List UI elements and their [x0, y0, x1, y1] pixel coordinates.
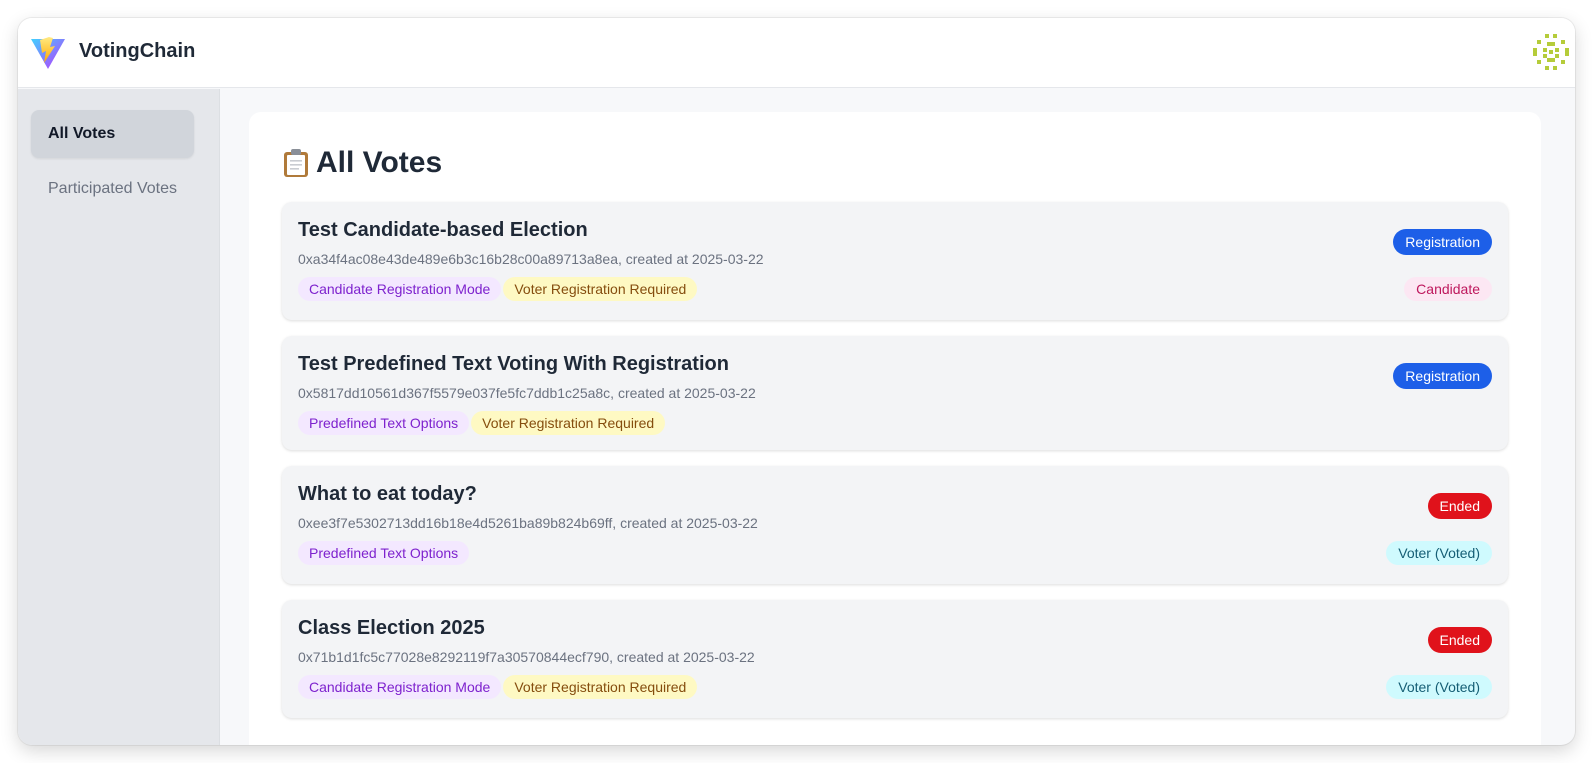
vote-address-created: 0x5817dd10561d367f5579e037fe5fc7ddb1c25a… — [298, 385, 756, 401]
user-avatar-icon[interactable] — [1531, 32, 1571, 72]
vote-title: Test Predefined Text Voting With Registr… — [298, 353, 729, 375]
app-title: VotingChain — [79, 40, 196, 62]
vote-tags: Candidate Registration Mode Voter Regist… — [298, 277, 698, 301]
tag-candidate-registration-mode: Candidate Registration Mode — [298, 675, 502, 699]
tag-voter-registration-required: Voter Registration Required — [503, 675, 698, 699]
page-header: All Votes — [282, 146, 442, 180]
sidebar-item-all-votes[interactable]: All Votes — [31, 110, 194, 158]
main-content: All Votes Test Candidate-based Election … — [249, 112, 1541, 745]
tag-voter-registration-required: Voter Registration Required — [503, 277, 698, 301]
vote-card[interactable]: Test Predefined Text Voting With Registr… — [282, 336, 1508, 450]
status-badge: Ended — [1427, 627, 1492, 653]
sidebar-item-participated-votes[interactable]: Participated Votes — [31, 165, 194, 213]
tag-predefined-text-options: Predefined Text Options — [298, 411, 470, 435]
vote-address-created: 0xee3f7e5302713dd16b18e4d5261ba89b824b69… — [298, 515, 758, 531]
vote-tags: Candidate Registration Mode Voter Regist… — [298, 675, 698, 699]
vote-tags: Predefined Text Options — [298, 541, 470, 565]
vote-title: Class Election 2025 — [298, 617, 485, 639]
role-badge: Candidate — [1404, 277, 1492, 301]
role-badge: Voter (Voted) — [1386, 541, 1492, 565]
app-logo-icon[interactable] — [30, 35, 66, 71]
vote-card[interactable]: Class Election 2025 0x71b1d1fc5c77028e82… — [282, 600, 1508, 718]
top-header: VotingChain — [18, 18, 1575, 88]
vote-address-created: 0xa34f4ac08e43de489e6b3c16b28c00a89713a8… — [298, 251, 764, 267]
vote-card[interactable]: Test Candidate-based Election 0xa34f4ac0… — [282, 202, 1508, 320]
status-badge: Registration — [1393, 229, 1492, 255]
vote-address-created: 0x71b1d1fc5c77028e8292119f7a30570844ecf7… — [298, 649, 755, 665]
vote-title: Test Candidate-based Election — [298, 219, 588, 241]
tag-voter-registration-required: Voter Registration Required — [471, 411, 666, 435]
vote-card[interactable]: What to eat today? 0xee3f7e5302713dd16b1… — [282, 466, 1508, 584]
vote-tags: Predefined Text Options Voter Registrati… — [298, 411, 666, 435]
tag-candidate-registration-mode: Candidate Registration Mode — [298, 277, 502, 301]
clipboard-icon — [284, 149, 308, 177]
vote-title: What to eat today? — [298, 483, 477, 505]
app-window: VotingChain All Votes Participated Votes — [18, 18, 1575, 745]
sidebar: All Votes Participated Votes — [18, 89, 220, 745]
role-badge: Voter (Voted) — [1386, 675, 1492, 699]
page-title: All Votes — [316, 146, 443, 179]
tag-predefined-text-options: Predefined Text Options — [298, 541, 470, 565]
status-badge: Ended — [1427, 493, 1492, 519]
status-badge: Registration — [1393, 363, 1492, 389]
